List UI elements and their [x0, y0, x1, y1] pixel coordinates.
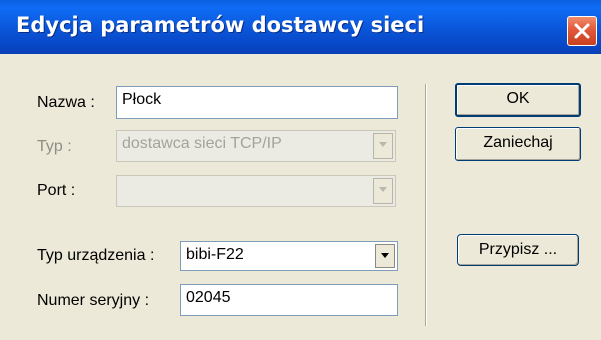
port-dropdown-button[interactable] — [373, 178, 393, 204]
numer-seryjny-value: 02045 — [186, 289, 231, 306]
typ-urzadzenia-label: Typ urządzenia : — [37, 247, 155, 264]
cancel-button[interactable]: Zaniechaj — [455, 127, 581, 161]
numer-seryjny-label: Numer seryjny : — [37, 292, 150, 309]
title-bar[interactable]: Edycja parametrów dostawcy sieci — [0, 0, 601, 54]
window-title: Edycja parametrów dostawcy sieci — [16, 13, 425, 37]
typ-urzadzenia-value: bibi-F22 — [186, 246, 244, 263]
typ-dropdown-button[interactable] — [373, 133, 393, 159]
vertical-divider — [425, 84, 427, 326]
close-button[interactable] — [567, 16, 597, 46]
typ-urzadzenia-dropdown-button[interactable] — [375, 244, 395, 268]
numer-seryjny-input[interactable]: 02045 — [180, 284, 398, 316]
nazwa-label: Nazwa : — [37, 94, 95, 111]
ok-button[interactable]: OK — [455, 83, 581, 117]
typ-value: dostawca sieci TCP/IP — [122, 135, 282, 152]
chevron-down-icon — [379, 187, 387, 192]
chevron-down-icon — [379, 142, 387, 147]
close-icon — [574, 23, 590, 39]
nazwa-value: Płock — [122, 91, 162, 108]
typ-label: Typ : — [37, 138, 72, 155]
port-dropdown[interactable] — [116, 175, 396, 207]
assign-button[interactable]: Przypisz ... — [457, 234, 579, 266]
typ-urzadzenia-dropdown[interactable]: bibi-F22 — [180, 241, 398, 271]
typ-dropdown[interactable]: dostawca sieci TCP/IP — [116, 130, 396, 162]
nazwa-input[interactable]: Płock — [116, 86, 398, 119]
chevron-down-icon — [381, 253, 389, 258]
port-label: Port : — [37, 182, 76, 199]
